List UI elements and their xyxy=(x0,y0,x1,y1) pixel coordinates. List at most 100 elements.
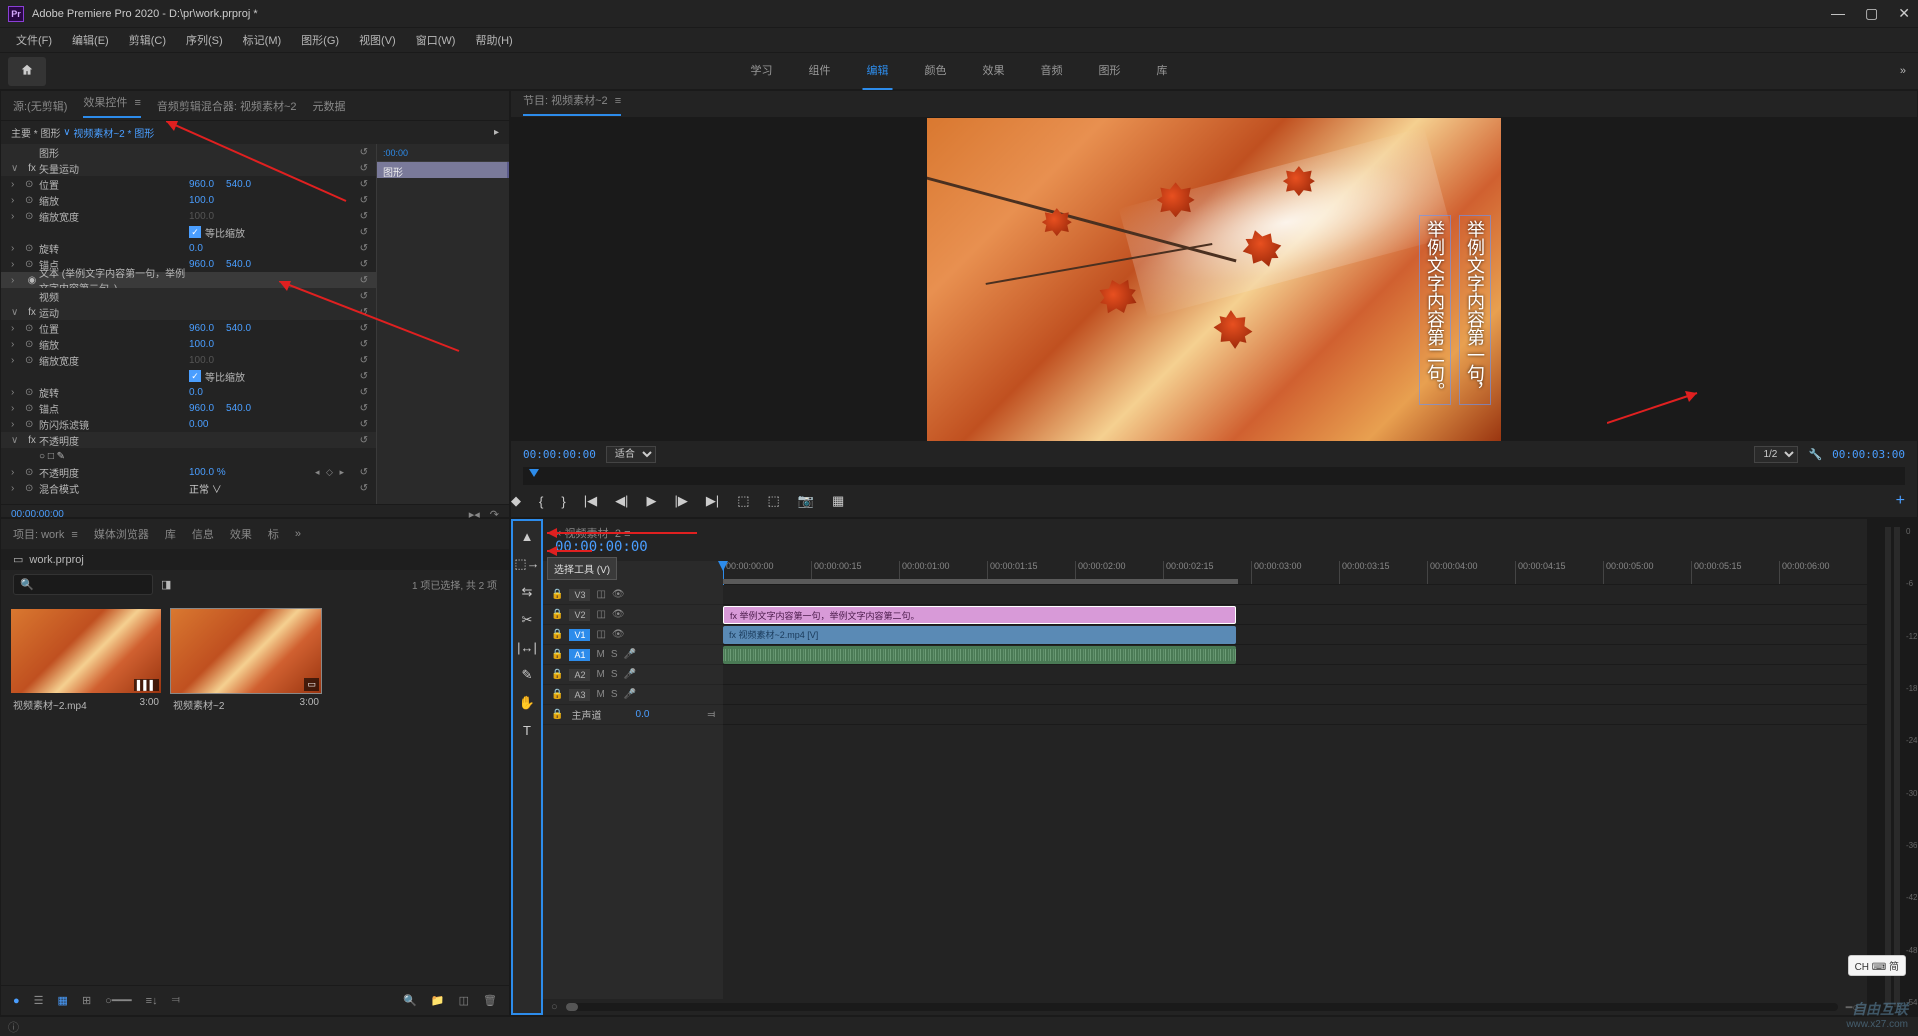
workspace-assembly[interactable]: 组件 xyxy=(805,52,835,90)
tab-metadata[interactable]: 元数据 xyxy=(313,98,346,114)
effect-section[interactable]: ∨fx矢量运动↺ xyxy=(1,160,376,176)
effect-property[interactable]: ›⊙缩放宽度100.0↺ xyxy=(1,352,376,368)
track-lane[interactable] xyxy=(723,645,1867,665)
search-input[interactable]: 🔍 xyxy=(13,574,153,595)
timeline-ruler[interactable]: 00:00:00:0000:00:00:1500:00:01:0000:00:0… xyxy=(723,561,1867,585)
program-tc-right[interactable]: 00:00:03:00 xyxy=(1832,448,1905,461)
track-header-a3[interactable]: 🔒A3MS🎤 xyxy=(543,685,723,705)
resolution-dropdown[interactable]: 1/2 xyxy=(1754,446,1798,463)
play-button[interactable]: ▶ xyxy=(646,493,656,509)
track-header-v3[interactable]: 🔒V3◫👁 xyxy=(543,585,723,605)
program-viewer[interactable]: 举例文字内容第二句。 举例文字内容第一句， xyxy=(511,118,1917,441)
fit-dropdown[interactable]: 适合 xyxy=(606,446,656,463)
clip-audio[interactable] xyxy=(723,646,1236,664)
find-icon[interactable]: 🔍 xyxy=(403,994,417,1007)
master-track[interactable]: 🔒主声道0.0⫤ xyxy=(543,705,723,725)
menu-graphics[interactable]: 图形(G) xyxy=(293,30,347,50)
overflow-icon[interactable]: » xyxy=(295,528,301,540)
track-header-v1[interactable]: 🔒V1◫👁 xyxy=(543,625,723,645)
overflow-icon[interactable]: » xyxy=(1900,65,1906,77)
freeform-view-icon[interactable]: ⊞ xyxy=(82,994,91,1007)
workspace-learn[interactable]: 学习 xyxy=(747,52,777,90)
extract-icon[interactable]: ⬚ xyxy=(767,493,779,509)
effect-property[interactable]: ›⊙位置960.0540.0↺ xyxy=(1,320,376,336)
clip-graphics[interactable]: fx 举例文字内容第一句，举例文字内容第二句。 xyxy=(723,606,1236,624)
info-icon[interactable]: ⓘ xyxy=(8,1019,19,1035)
sort-icon[interactable]: ≡↓ xyxy=(146,995,158,1007)
track-select-tool[interactable]: ⬚→ xyxy=(514,556,539,572)
tab-info[interactable]: 信息 xyxy=(192,526,214,542)
tab-effects[interactable]: 效果 xyxy=(230,526,252,542)
step-back-icon[interactable]: ◀| xyxy=(615,493,628,509)
effect-property[interactable]: ›⊙防闪烁滤镜0.00↺ xyxy=(1,416,376,432)
effect-property[interactable]: ›⊙锚点960.0540.0↺ xyxy=(1,400,376,416)
workspace-color[interactable]: 颜色 xyxy=(921,52,951,90)
type-tool[interactable]: T xyxy=(523,723,531,738)
selection-tool[interactable]: ▲ xyxy=(521,529,534,544)
ime-indicator[interactable]: CH ⌨ 简 xyxy=(1848,955,1906,976)
effect-property[interactable]: ›⊙缩放宽度100.0↺ xyxy=(1,208,376,224)
text-overlay[interactable]: 举例文字内容第二句。 举例文字内容第一句， xyxy=(1419,215,1491,405)
effect-property[interactable]: ›⊙旋转0.0↺ xyxy=(1,384,376,400)
program-tc-left[interactable]: 00:00:00:00 xyxy=(523,448,596,461)
track-lane[interactable]: fx 视频素材~2.mp4 [V] xyxy=(723,625,1867,645)
writable-icon[interactable]: ● xyxy=(13,995,20,1007)
hand-tool[interactable]: ✋ xyxy=(519,695,535,711)
effect-section[interactable]: ∨fx运动↺ xyxy=(1,304,376,320)
workspace-graphics[interactable]: 图形 xyxy=(1095,52,1125,90)
timeline-timecode[interactable]: 00:00:00:00 xyxy=(555,539,648,555)
menu-sequence[interactable]: 序列(S) xyxy=(178,30,231,50)
play-icon[interactable]: ▸ xyxy=(494,127,499,138)
menu-file[interactable]: 文件(F) xyxy=(8,30,60,50)
new-item-icon[interactable]: ◫ xyxy=(459,994,469,1007)
zoom-scrollbar[interactable] xyxy=(566,1003,1838,1011)
workspace-editing[interactable]: 编辑 xyxy=(863,52,893,90)
effect-section[interactable]: ›◉文本 (举例文字内容第一句，举例文字内容第二句。)↺ xyxy=(1,272,376,288)
tab-media-browser[interactable]: 媒体浏览器 xyxy=(94,526,149,542)
workspace-audio[interactable]: 音频 xyxy=(1037,52,1067,90)
minimize-button[interactable]: — xyxy=(1831,5,1845,22)
effect-property[interactable]: ›⊙位置960.0540.0↺ xyxy=(1,176,376,192)
track-header-a1[interactable]: 🔒A1MS🎤 xyxy=(543,645,723,665)
tab-project[interactable]: 项目: work ≡ xyxy=(13,526,78,542)
track-header-a2[interactable]: 🔒A2MS🎤 xyxy=(543,665,723,685)
effect-section[interactable]: 视频↺ xyxy=(1,288,376,304)
track-lane[interactable] xyxy=(723,665,1867,685)
project-item[interactable]: ▌▌▌ 视频素材~2.mp43:00 xyxy=(11,609,161,975)
ripple-tool[interactable]: ⇆ xyxy=(522,584,533,600)
delete-icon[interactable]: 🗑 xyxy=(483,994,497,1007)
tab-audio-mixer[interactable]: 音频剪辑混合器: 视频素材~2 xyxy=(157,98,297,114)
out-icon[interactable]: } xyxy=(561,494,565,509)
goto-in-icon[interactable]: |◀ xyxy=(584,493,597,509)
tab-libraries[interactable]: 库 xyxy=(165,526,176,542)
tab-source[interactable]: 源:(无剪辑) xyxy=(13,98,67,114)
settings-icon[interactable]: 🔧 xyxy=(1808,448,1822,461)
track-lane[interactable] xyxy=(723,685,1867,705)
effect-property[interactable]: ›⊙混合模式正常 ∨↺ xyxy=(1,480,376,496)
zoom-slider[interactable]: ○━━━ xyxy=(105,994,132,1007)
track-header-v2[interactable]: 🔒V2◫👁 xyxy=(543,605,723,625)
project-item[interactable]: ▭ 视频素材~23:00 xyxy=(171,609,321,975)
effect-section[interactable]: 图形↺ xyxy=(1,144,376,160)
icon-view-icon[interactable]: ▦ xyxy=(58,994,68,1007)
effect-property[interactable]: ✓等比缩放↺ xyxy=(1,224,376,240)
pen-tool[interactable]: ✎ xyxy=(522,667,533,683)
close-button[interactable]: ✕ xyxy=(1898,5,1910,22)
marker-icon[interactable]: ◆ xyxy=(511,493,521,509)
tab-program[interactable]: 节目: 视频素材~2 ≡ xyxy=(523,92,621,116)
effect-property[interactable]: ›⊙旋转0.0↺ xyxy=(1,240,376,256)
menu-view[interactable]: 视图(V) xyxy=(351,30,404,50)
menu-marker[interactable]: 标记(M) xyxy=(235,30,290,50)
effect-property[interactable]: ›⊙缩放100.0↺ xyxy=(1,192,376,208)
list-view-icon[interactable]: ☰ xyxy=(34,994,44,1007)
effect-property[interactable]: ›⊙不透明度100.0 %↺◂ ◇ ▸ xyxy=(1,464,376,480)
menu-edit[interactable]: 编辑(E) xyxy=(64,30,117,50)
track-lane[interactable] xyxy=(723,585,1867,605)
home-button[interactable] xyxy=(8,57,46,86)
menu-window[interactable]: 窗口(W) xyxy=(408,30,464,50)
step-fwd-icon[interactable]: |▶ xyxy=(674,493,687,509)
menu-clip[interactable]: 剪辑(C) xyxy=(121,30,174,50)
mask-tools[interactable]: ○ □ ✎ xyxy=(1,448,376,464)
tab-markers[interactable]: 标 xyxy=(268,526,279,542)
maximize-button[interactable]: ▢ xyxy=(1865,5,1878,22)
